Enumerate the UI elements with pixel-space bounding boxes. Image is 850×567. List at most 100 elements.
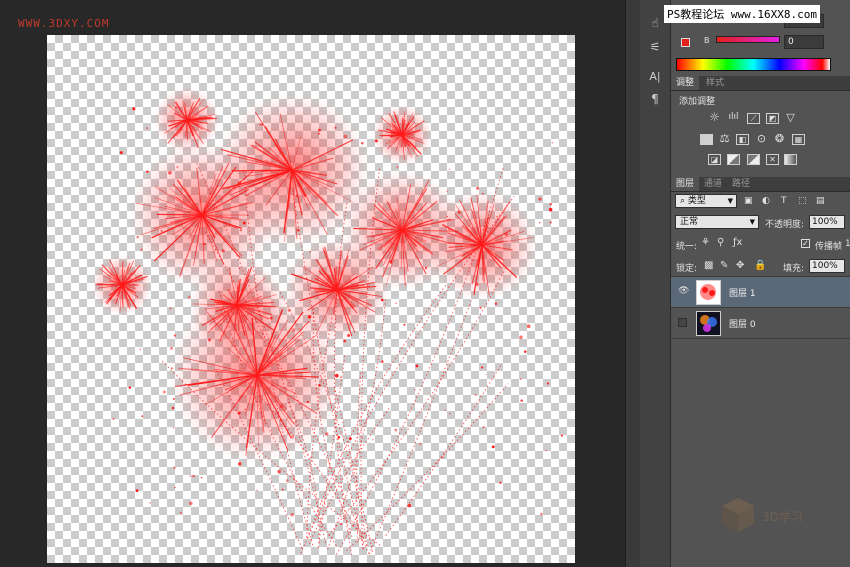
spark-dot [179,511,182,514]
fill-field[interactable]: 100% [809,259,845,273]
visibility-eye-icon[interactable]: 👁 [678,286,689,296]
spark-dot [295,194,299,198]
blend-mode-select[interactable]: 正常 ▼ [675,215,759,229]
exposure-icon[interactable]: ◩ [766,113,779,124]
spark-dot [136,235,139,239]
spark-dot [171,406,175,410]
layer-row-1[interactable]: 👁 图层 1 [671,277,850,308]
hand-tool-icon[interactable]: ☝ [645,14,665,32]
posterize-icon[interactable] [727,154,740,165]
spark-dot [174,486,176,489]
layer-name: 图层 1 [729,289,756,299]
lock-all-icon[interactable]: 🔒 [754,260,766,271]
tab-styles[interactable]: 样式 [701,76,729,90]
spark-dot [291,328,296,332]
spark-dot [526,324,531,329]
unify-label: 统一: [676,242,698,252]
curves-icon[interactable]: ⟋ [747,113,760,124]
spark-dot [540,512,543,516]
document-canvas[interactable] [47,35,575,563]
color-lookup-icon[interactable]: ▦ [792,134,805,145]
pixel-filter-icon[interactable]: ▣ [744,196,753,206]
spark-dot [466,215,469,217]
type-filter-icon[interactable]: T [781,196,787,206]
spark-dot [200,476,203,479]
spark-dot [296,229,300,232]
adjust-sliders-icon[interactable]: ⚟ [645,38,665,56]
opacity-field[interactable]: 100% [809,215,845,229]
spark-dot [355,468,357,471]
spark-dot [239,229,242,232]
spark-dot [381,360,384,363]
logo-watermark-text: 3D学习 [762,510,803,524]
selective-color-icon[interactable]: ✕ [766,154,779,165]
spark-dot [494,302,498,306]
add-adjustment-title: 添加调整 [679,97,716,107]
panel-tool-strip: ☝ ⚟ A| ¶ [640,0,671,567]
photo-filter-icon[interactable]: ⊙ [755,133,768,145]
lock-image-pixels-icon[interactable]: ✎ [720,260,728,271]
lock-position-icon[interactable]: ✥ [736,260,744,271]
propagate-frame-checkbox[interactable]: ✓ [801,239,810,248]
spark-dot [372,439,374,441]
visibility-toggle-box[interactable] [678,318,687,327]
chevron-down-icon: ▼ [749,218,755,226]
spark-dot [520,399,523,402]
propagate-frame-label: 传播帧 [815,242,843,252]
spark-dot [394,428,398,432]
smart-object-filter-icon[interactable]: ▤ [816,196,825,206]
spark-dot [306,400,309,404]
tab-layers[interactable]: 图层 [671,177,700,191]
spark-dot [325,432,329,436]
spark-dot [415,364,419,368]
levels-icon[interactable]: ılıl [727,113,740,124]
fireworks-artwork [92,87,563,556]
layer-filter-kind-select[interactable]: ⌕ 类型 ▼ [675,194,737,208]
threshold-icon[interactable] [747,154,760,165]
brightness-icon[interactable]: ☼ [708,111,721,124]
spark-dot [374,139,378,143]
blue-value-field[interactable]: 0 [784,35,824,49]
vibrance-icon[interactable]: ▽ [784,112,797,124]
foreground-color-swatch[interactable] [681,38,690,47]
tab-channels[interactable]: 通道 [699,177,727,191]
hue-saturation-icon[interactable] [700,134,713,145]
tab-paths[interactable]: 路径 [727,177,755,191]
spark-dot [401,242,403,244]
paragraph-icon[interactable]: ¶ [645,90,665,108]
black-white-icon[interactable]: ◧ [736,134,749,145]
vertical-scroll-gutter[interactable] [625,0,641,567]
unify-style-icon[interactable]: ƒx [733,237,742,248]
unify-position-icon[interactable]: ⚘ [701,237,710,248]
gradient-map-icon[interactable] [784,154,797,165]
tab-adjustments[interactable]: 调整 [671,76,700,90]
color-spectrum-bar[interactable] [676,58,831,71]
spark-dot [177,186,179,188]
spark-dot [145,127,149,130]
channel-mixer-icon[interactable]: ❂ [773,133,786,145]
invert-icon[interactable]: ◪ [708,154,721,165]
spark-dot [170,346,173,350]
spark-dot [360,141,364,145]
unify-visibility-icon[interactable]: ⚲ [717,237,724,248]
spark-dot [499,481,502,484]
spark-dot [171,367,173,370]
blue-slider-track[interactable] [716,36,780,43]
lock-transparent-pixels-icon[interactable]: ▩ [704,260,713,271]
shape-filter-icon[interactable]: ⬚ [798,196,807,206]
spark-dot [548,207,553,212]
spark-dot [560,434,563,437]
spark-dot [192,474,195,478]
spark-dot [172,427,175,429]
character-icon[interactable]: A| [645,68,665,86]
adjustment-filter-icon[interactable]: ◐ [762,196,770,206]
blend-mode-value: 正常 [680,217,699,227]
spark-dot [317,132,320,135]
spark-dot [551,141,554,144]
thumbnail-art [700,315,717,332]
spark-dot [491,445,495,449]
spark-dot [193,216,196,218]
color-balance-icon[interactable]: ⚖ [718,133,731,145]
layer-row-0[interactable]: 图层 0 [671,308,850,339]
spark-trail [333,384,373,552]
